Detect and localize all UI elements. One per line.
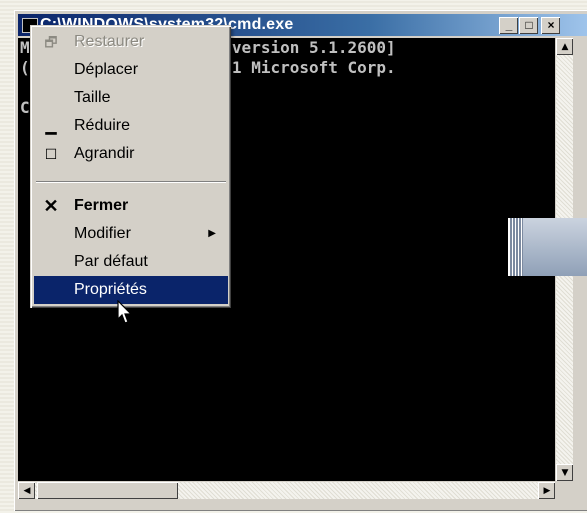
menu-item-label: Restaurer bbox=[74, 33, 145, 50]
menu-item-label: Déplacer bbox=[74, 61, 139, 78]
menu-item-fermer[interactable]: ✕ Fermer bbox=[34, 192, 228, 220]
menu-item-taille[interactable]: Taille bbox=[34, 84, 228, 112]
close-icon: ✕ bbox=[43, 196, 59, 216]
menu-item-label: Agrandir bbox=[74, 145, 135, 162]
menu-separator bbox=[36, 181, 226, 183]
mouse-pointer-icon bbox=[117, 300, 133, 324]
minimize-button[interactable]: _ bbox=[499, 17, 518, 34]
maximize-icon: ☐ bbox=[44, 146, 58, 162]
menu-item-label: Par défaut bbox=[74, 253, 148, 270]
menu-item-agrandir[interactable]: ☐ Agrandir bbox=[34, 140, 228, 168]
minimize-icon: ▁ bbox=[45, 118, 57, 134]
horizontal-scroll-thumb[interactable] bbox=[37, 482, 178, 499]
menu-item-label: Propriétés bbox=[74, 281, 147, 298]
maximize-button[interactable]: □ bbox=[519, 17, 538, 34]
background-window-fragment bbox=[508, 218, 587, 276]
resize-grip[interactable] bbox=[556, 482, 573, 499]
close-button[interactable]: × bbox=[541, 17, 560, 34]
menu-item-label: Taille bbox=[74, 89, 111, 106]
scroll-up-button[interactable]: ▲ bbox=[556, 38, 573, 55]
restore-icon: 🗗 bbox=[44, 34, 58, 50]
window-edge bbox=[509, 218, 523, 276]
submenu-arrow-icon: ▶ bbox=[208, 228, 216, 239]
menu-item-modifier[interactable]: Modifier ▶ bbox=[34, 220, 228, 248]
system-context-menu: 🗗 Restaurer Déplacer Taille ▁ Réduire ☐ … bbox=[30, 25, 231, 308]
scroll-left-button[interactable]: ◀ bbox=[18, 482, 35, 499]
menu-item-reduire[interactable]: ▁ Réduire bbox=[34, 112, 228, 140]
menu-item-label: Fermer bbox=[74, 197, 129, 214]
menu-item-deplacer[interactable]: Déplacer bbox=[34, 56, 228, 84]
horizontal-scrollbar[interactable]: ◀ ▶ bbox=[18, 482, 555, 499]
scroll-down-button[interactable]: ▼ bbox=[556, 464, 573, 481]
scroll-right-button[interactable]: ▶ bbox=[538, 482, 555, 499]
menu-item-label: Réduire bbox=[74, 117, 131, 134]
menu-item-label: Modifier bbox=[74, 225, 131, 242]
menu-item-par-defaut[interactable]: Par défaut bbox=[34, 248, 228, 276]
menu-item-restaurer[interactable]: 🗗 Restaurer bbox=[34, 28, 228, 56]
